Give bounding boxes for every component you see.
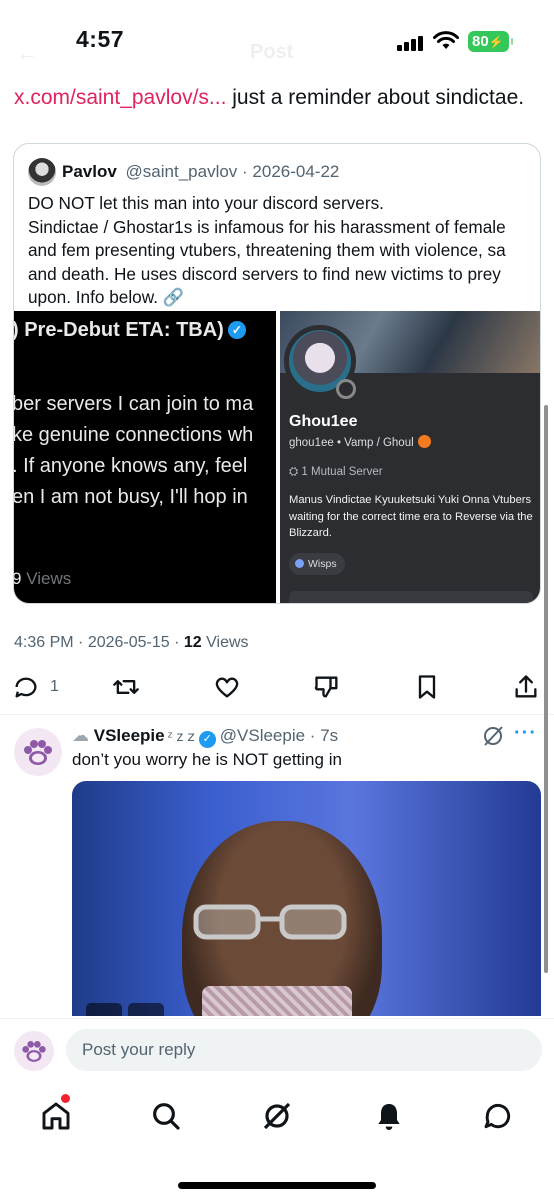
back-arrow-icon[interactable]: ← bbox=[16, 40, 38, 66]
battery-indicator: 80⚡ bbox=[468, 31, 513, 52]
share-icon bbox=[515, 675, 537, 698]
reply-count: 1 bbox=[50, 678, 59, 695]
left-image-line: ke genuine connections wh bbox=[14, 424, 254, 446]
search-icon bbox=[153, 1103, 180, 1130]
wifi-icon bbox=[433, 31, 459, 49]
dislike-button[interactable] bbox=[313, 670, 341, 704]
action-bar: 1 bbox=[0, 670, 554, 706]
post-date: 2026-05-15 bbox=[87, 634, 170, 651]
cellular-signal-icon bbox=[397, 35, 425, 51]
gif-shirt bbox=[202, 986, 352, 1016]
messages-icon bbox=[484, 1103, 511, 1129]
bookmark-icon bbox=[418, 675, 436, 699]
charging-bolt-icon: ⚡ bbox=[488, 35, 504, 49]
quoted-post[interactable]: Pavlov @saint_pavlov · 2026-04-22 DO NOT… bbox=[13, 143, 541, 604]
notifications-icon bbox=[378, 1104, 400, 1130]
status-bar: ← Post 4:57 80⚡ bbox=[0, 0, 554, 78]
grok-icon bbox=[263, 1102, 291, 1130]
repost-button[interactable] bbox=[112, 670, 140, 704]
quoted-media[interactable]: ) Pre-Debut ETA: TBA) ✓ ber servers I can… bbox=[14, 311, 540, 603]
reply-age: 7s bbox=[320, 726, 339, 745]
reply-input[interactable] bbox=[66, 1029, 542, 1071]
battery-level: 80 bbox=[472, 33, 489, 50]
status-dot-icon bbox=[336, 379, 356, 399]
mutual-server: ⛭ 1 Mutual Server bbox=[289, 466, 383, 478]
reply-composer bbox=[0, 1019, 554, 1083]
quoted-avatar[interactable] bbox=[28, 158, 56, 186]
tab-home[interactable] bbox=[36, 1096, 76, 1136]
home-indicator[interactable] bbox=[178, 1182, 376, 1189]
like-button[interactable] bbox=[213, 670, 241, 704]
header-title: Post bbox=[250, 41, 294, 63]
more-options-icon[interactable]: ··· bbox=[514, 722, 537, 745]
reply-icon bbox=[15, 677, 37, 698]
left-image-line: ber servers I can join to ma bbox=[14, 393, 254, 415]
discord-button bbox=[289, 591, 533, 603]
server-icon: ⛭ bbox=[289, 466, 299, 478]
post-time: 4:36 PM bbox=[14, 634, 74, 651]
post-text: x.com/saint_pavlov/s... just a reminder … bbox=[14, 86, 524, 110]
discord-bio: Manus Vindictae Kyuuketsuki Yuki Onna Vt… bbox=[289, 494, 533, 539]
share-button[interactable] bbox=[512, 670, 540, 704]
reply-handle: @VSleepie bbox=[219, 726, 306, 745]
quoted-body: DO NOT let this man into your discord se… bbox=[28, 193, 506, 307]
screenshot-right-image[interactable]: Ghou1ee ghou1ee • Vamp / Ghoul ⛭ 1 Mutua… bbox=[280, 311, 540, 603]
repost-icon bbox=[113, 680, 139, 694]
post-link[interactable]: x.com/saint_pavlov/s... bbox=[14, 86, 226, 109]
reply-header: ☁ VSleepie ᶻ z 𝗓 ✓ @VSleepie · 7s bbox=[72, 726, 338, 748]
badge-icon bbox=[417, 435, 431, 448]
post-timestamp: 4:36 PM · 2026-05-15 · 12 Views bbox=[14, 634, 249, 651]
reply-avatar[interactable] bbox=[14, 728, 62, 776]
cloud-icon: ☁ bbox=[72, 726, 89, 745]
left-image-header: ) Pre-Debut ETA: TBA) ✓ bbox=[14, 319, 246, 342]
gif-glasses bbox=[193, 904, 347, 940]
left-image-views: 9 Views bbox=[14, 569, 72, 588]
quoted-date: 2026-04-22 bbox=[252, 162, 340, 181]
gif-badges bbox=[86, 1003, 170, 1016]
grok-icon[interactable] bbox=[481, 724, 505, 748]
views-count: 12 bbox=[183, 634, 202, 651]
reply-name-symbols: ᶻ z 𝗓 bbox=[167, 728, 195, 744]
views-label: Views bbox=[206, 634, 249, 651]
scrollbar[interactable] bbox=[544, 405, 548, 973]
tab-notifications[interactable] bbox=[369, 1096, 409, 1136]
status-time: 4:57 bbox=[76, 26, 125, 52]
paw-icon bbox=[24, 740, 52, 765]
discord-tag: Wisps bbox=[289, 553, 345, 575]
reply-name[interactable]: VSleepie bbox=[94, 726, 165, 745]
reply-gif[interactable] bbox=[72, 781, 541, 1016]
reply-button[interactable]: 1 bbox=[12, 670, 59, 704]
composer-avatar[interactable] bbox=[14, 1031, 54, 1071]
like-icon bbox=[215, 677, 239, 698]
screenshot-left-image[interactable]: ) Pre-Debut ETA: TBA) ✓ ber servers I can… bbox=[14, 311, 276, 603]
divider bbox=[0, 714, 554, 715]
tab-search[interactable] bbox=[146, 1096, 186, 1136]
reply-text: don’t you worry he is NOT getting in bbox=[72, 750, 342, 769]
verified-icon: ✓ bbox=[227, 321, 246, 339]
home-icon bbox=[42, 1102, 70, 1130]
discord-subtitle: ghou1ee • Vamp / Ghoul bbox=[289, 435, 431, 449]
tab-messages[interactable] bbox=[478, 1096, 518, 1136]
bottom-tab-bar bbox=[0, 1086, 554, 1150]
bookmark-button[interactable] bbox=[413, 670, 441, 704]
quoted-handle: @saint_pavlov bbox=[125, 162, 238, 181]
verified-icon: ✓ bbox=[198, 731, 216, 748]
tag-dot-icon bbox=[295, 559, 304, 568]
quoted-name[interactable]: Pavlov bbox=[62, 162, 117, 181]
tab-grok[interactable] bbox=[257, 1096, 297, 1136]
discord-display-name: Ghou1ee bbox=[289, 413, 358, 430]
thumbs-down-icon bbox=[314, 676, 338, 698]
quoted-header: Pavlov @saint_pavlov · 2026-04-22 bbox=[62, 162, 340, 181]
home-notification-dot bbox=[61, 1094, 70, 1103]
paw-icon bbox=[22, 1041, 46, 1062]
left-image-line: . If anyone knows any, feel bbox=[14, 455, 248, 477]
left-image-line: en I am not busy, I'll hop in bbox=[14, 486, 248, 508]
post-text-body: just a reminder about sindictae. bbox=[226, 86, 525, 109]
